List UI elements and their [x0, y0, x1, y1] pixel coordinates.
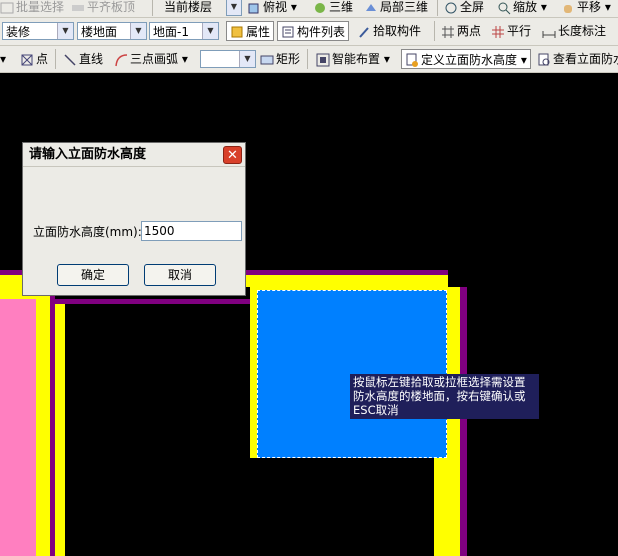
properties-button[interactable]: 属性: [226, 21, 275, 41]
full-screen-button[interactable]: 全屏: [444, 0, 484, 17]
cancel-button[interactable]: 取消: [144, 264, 216, 286]
three-d-icon: [313, 0, 327, 14]
arc-option-select[interactable]: ▼: [200, 50, 256, 68]
point-icon: [20, 52, 34, 66]
smart-layout-button[interactable]: 智能布置 ▾: [316, 48, 390, 70]
two-points-icon: [441, 24, 455, 38]
dialog-title: 请输入立面防水高度: [23, 143, 245, 167]
batch-select-button[interactable]: 批量选择: [0, 0, 64, 17]
local-three-d-button[interactable]: 局部三维: [364, 0, 428, 17]
eyedropper-icon: [357, 24, 371, 38]
point-button[interactable]: 点: [20, 48, 48, 70]
arc-icon: [114, 52, 128, 66]
chevron-down-icon: ▼: [239, 51, 255, 67]
dimension-icon: [542, 24, 556, 38]
line-button[interactable]: 直线: [63, 48, 103, 70]
top-view-button[interactable]: 俯视 ▾: [247, 0, 297, 17]
chevron-down-icon: ▼: [130, 23, 146, 39]
toolbar-row-1: 批量选择 平齐板顶 当前楼层 ▼ 俯视 ▾ 三维 局部三维 全屏 缩放 ▾ 平移…: [0, 0, 618, 18]
local-3d-icon: [364, 0, 378, 14]
parallel-icon: [491, 24, 505, 38]
overflow-chevron[interactable]: ▾: [0, 48, 6, 70]
chevron-down-icon: ▼: [202, 23, 218, 39]
component-list-button[interactable]: 构件列表: [277, 21, 350, 41]
separator: [307, 49, 308, 69]
component-select[interactable]: 地面-1 ▼: [149, 22, 219, 40]
rectangle-icon: [260, 52, 274, 66]
wall-left-outer: [36, 287, 50, 556]
properties-icon: [230, 25, 244, 39]
view-document-icon: [537, 52, 551, 66]
define-wall-waterproof-height-button[interactable]: 定义立面防水高度 ▾: [401, 49, 531, 69]
batch-select-icon: [0, 0, 14, 14]
three-point-arc-button[interactable]: 三点画弧 ▾: [114, 48, 188, 70]
type-select[interactable]: 楼地面 ▼: [77, 22, 147, 40]
close-icon[interactable]: ✕: [223, 146, 242, 164]
chevron-down-icon: ▼: [57, 23, 73, 39]
length-dimension-button[interactable]: 长度标注: [542, 20, 606, 42]
wall-right-yellow: [448, 287, 460, 556]
waterproof-height-label: 立面防水高度(mm):: [33, 225, 142, 239]
current-floor-button[interactable]: 当前楼层: [164, 0, 212, 17]
pan-button[interactable]: 平移 ▾: [561, 0, 611, 17]
toolbar-row-3: ▾ 点 直线 三点画弧 ▾ ▼ 矩形 智能布置 ▾ 定义立面防水高度 ▾ 查看立…: [0, 46, 618, 73]
globe-icon: [444, 0, 458, 14]
pick-component-button[interactable]: 拾取构件: [357, 20, 421, 42]
separator: [434, 21, 435, 41]
wall-inner-edge: [52, 299, 250, 304]
waterproof-height-input[interactable]: 1500: [141, 221, 242, 241]
wall-right-purple: [460, 287, 467, 556]
magnifier-icon: [497, 0, 511, 14]
smart-layout-icon: [316, 52, 330, 66]
chevron-down-icon: ▼: [227, 0, 241, 15]
list-icon: [281, 25, 295, 39]
line-icon: [63, 52, 77, 66]
category-select[interactable]: 装修 ▼: [2, 22, 74, 40]
separator: [55, 49, 56, 69]
separator: [152, 0, 153, 16]
cube-icon: [247, 0, 261, 14]
two-points-button[interactable]: 两点: [441, 20, 481, 42]
hand-icon: [561, 0, 575, 14]
separator: [437, 0, 438, 16]
pink-region: [0, 299, 36, 556]
rectangle-button[interactable]: 矩形: [260, 48, 300, 70]
toolbar-row-2: 装修 ▼ 楼地面 ▼ 地面-1 ▼ 属性 构件列表 拾取构件 两点 平行 长度标注: [0, 18, 618, 46]
waterproof-height-dialog: 请输入立面防水高度 ✕ 立面防水高度(mm): 1500 确定 取消: [22, 142, 246, 296]
align-board-top-button[interactable]: 平齐板顶: [71, 0, 135, 17]
zoom-button[interactable]: 缩放 ▾: [497, 0, 547, 17]
parallel-button[interactable]: 平行: [491, 20, 531, 42]
floor-dropdown[interactable]: ▼: [226, 0, 242, 16]
cursor-tooltip: 按鼠标左键拾取或拉框选择需设置 防水高度的楼地面，按右键确认或 ESC取消: [350, 374, 539, 419]
waterproof-height-icon: [405, 53, 419, 67]
three-d-button[interactable]: 三维: [313, 0, 353, 17]
ok-button[interactable]: 确定: [57, 264, 129, 286]
wall-right-lower: [434, 458, 448, 556]
wall-left-inner: [55, 304, 65, 556]
view-wall-waterproof-button[interactable]: 查看立面防水: [537, 48, 618, 70]
align-top-icon: [71, 0, 85, 14]
